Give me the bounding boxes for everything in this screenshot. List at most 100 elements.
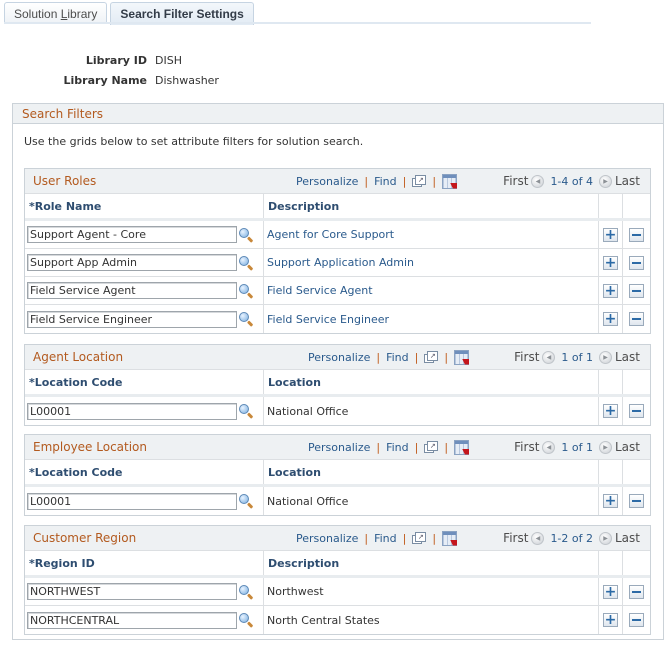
next-row-icon[interactable]: ▶ bbox=[599, 174, 612, 188]
find-link[interactable]: Find bbox=[386, 351, 409, 364]
grid-agent-location: Agent Location Personalize | Find | ↗ | … bbox=[24, 344, 651, 426]
instructions-text: Use the grids below to set attribute fil… bbox=[24, 135, 364, 148]
search-filters-groupbox: Search Filters Use the grids below to se… bbox=[12, 103, 664, 640]
delete-row-icon[interactable] bbox=[629, 255, 644, 270]
previous-row-icon[interactable]: ◀ bbox=[531, 531, 545, 545]
first-link[interactable]: First bbox=[503, 174, 528, 188]
code-input[interactable] bbox=[27, 402, 237, 420]
download-to-excel-icon[interactable] bbox=[442, 530, 458, 546]
add-row-icon[interactable]: + bbox=[603, 227, 618, 242]
next-row-icon[interactable]: ▶ bbox=[599, 531, 612, 545]
previous-row-icon[interactable]: ◀ bbox=[531, 174, 545, 188]
delete-row-icon[interactable] bbox=[629, 404, 644, 418]
last-link[interactable]: Last bbox=[615, 531, 640, 545]
code-cell bbox=[25, 578, 264, 605]
next-row-icon[interactable]: ▶ bbox=[599, 440, 612, 454]
library-name-label: Library Name bbox=[63, 73, 147, 87]
add-cell: + bbox=[599, 397, 623, 425]
add-cell: + bbox=[599, 305, 623, 333]
delete-row-icon[interactable] bbox=[629, 494, 644, 508]
column-header-description[interactable]: Location bbox=[264, 370, 599, 394]
code-input[interactable] bbox=[27, 254, 237, 271]
personalize-link[interactable]: Personalize bbox=[308, 351, 370, 364]
description-link[interactable]: Agent for Core Support bbox=[264, 221, 599, 248]
new-window-zoom-icon[interactable]: ↗ bbox=[412, 532, 427, 544]
add-row-icon[interactable]: + bbox=[603, 584, 618, 599]
column-header-description[interactable]: Description bbox=[264, 194, 599, 218]
delete-cell bbox=[623, 249, 650, 276]
description-link[interactable]: Field Service Agent bbox=[264, 277, 599, 304]
magnifier-lookup-icon[interactable] bbox=[238, 311, 254, 327]
delete-row-icon[interactable] bbox=[629, 283, 644, 298]
add-row-icon[interactable]: + bbox=[603, 255, 618, 270]
column-header-description[interactable]: Description bbox=[264, 551, 599, 575]
add-row-icon[interactable]: + bbox=[603, 312, 618, 326]
column-header-code[interactable]: *Location Code bbox=[25, 460, 264, 484]
magnifier-lookup-icon[interactable] bbox=[238, 584, 254, 600]
personalize-link[interactable]: Personalize bbox=[296, 532, 358, 545]
new-window-zoom-icon[interactable]: ↗ bbox=[424, 351, 439, 363]
grid-header-row: *Location Code Location bbox=[25, 370, 650, 397]
magnifier-lookup-icon[interactable] bbox=[238, 227, 254, 243]
first-link[interactable]: First bbox=[503, 531, 528, 545]
grid-toolbar: Personalize | Find | ↗ | bbox=[308, 349, 470, 365]
description-link[interactable]: Support Application Admin bbox=[264, 249, 599, 276]
delete-row-icon[interactable] bbox=[629, 584, 644, 599]
separator: | bbox=[376, 440, 381, 454]
magnifier-lookup-icon[interactable] bbox=[238, 283, 254, 299]
code-input[interactable] bbox=[27, 583, 237, 600]
grid-navigation: First ◀ 1 of 1 ▶ Last bbox=[514, 440, 640, 454]
grid-header-row: *Role Name Description bbox=[25, 194, 650, 221]
magnifier-lookup-icon[interactable] bbox=[238, 493, 254, 509]
previous-row-icon[interactable]: ◀ bbox=[542, 350, 556, 364]
personalize-link[interactable]: Personalize bbox=[296, 175, 358, 188]
last-link[interactable]: Last bbox=[615, 350, 640, 364]
magnifier-lookup-icon[interactable] bbox=[238, 255, 254, 271]
grid-employee-location: Employee Location Personalize | Find | ↗… bbox=[24, 434, 651, 516]
new-window-zoom-icon[interactable]: ↗ bbox=[412, 175, 427, 187]
column-header-add bbox=[599, 370, 623, 394]
add-row-icon[interactable]: + bbox=[603, 494, 618, 508]
code-input[interactable] bbox=[27, 282, 237, 299]
row-count: 1-2 of 2 bbox=[550, 531, 593, 545]
delete-row-icon[interactable] bbox=[629, 312, 644, 326]
find-link[interactable]: Find bbox=[374, 532, 397, 545]
grid-body: Northwest + North Central States + bbox=[25, 578, 650, 634]
download-to-excel-icon[interactable] bbox=[442, 173, 458, 189]
last-link[interactable]: Last bbox=[615, 440, 640, 454]
column-header-code[interactable]: *Role Name bbox=[25, 194, 264, 218]
delete-row-icon[interactable] bbox=[629, 613, 644, 627]
add-row-icon[interactable]: + bbox=[603, 404, 618, 418]
delete-cell bbox=[623, 487, 650, 515]
code-input[interactable] bbox=[27, 492, 237, 510]
tab-label: Search Filter Settings bbox=[120, 7, 244, 21]
row-count: 1 of 1 bbox=[561, 350, 593, 364]
new-window-zoom-icon[interactable]: ↗ bbox=[424, 441, 439, 453]
first-link[interactable]: First bbox=[514, 440, 539, 454]
find-link[interactable]: Find bbox=[386, 441, 409, 454]
next-row-icon[interactable]: ▶ bbox=[599, 350, 612, 364]
tab-solution-library[interactable]: Solution Library bbox=[4, 2, 108, 24]
grid-user-roles: User Roles Personalize | Find | ↗ | Firs… bbox=[24, 168, 651, 334]
first-link[interactable]: First bbox=[514, 350, 539, 364]
add-row-icon[interactable]: + bbox=[603, 613, 618, 627]
column-header-description[interactable]: Location bbox=[264, 460, 599, 484]
column-header-code[interactable]: *Region ID bbox=[25, 551, 264, 575]
delete-row-icon[interactable] bbox=[629, 227, 644, 242]
personalize-link[interactable]: Personalize bbox=[308, 441, 370, 454]
find-link[interactable]: Find bbox=[374, 175, 397, 188]
previous-row-icon[interactable]: ◀ bbox=[542, 440, 556, 454]
add-row-icon[interactable]: + bbox=[603, 283, 618, 298]
download-to-excel-icon[interactable] bbox=[454, 439, 470, 455]
code-input[interactable] bbox=[27, 226, 237, 243]
magnifier-lookup-icon[interactable] bbox=[238, 612, 254, 628]
description-link[interactable]: Field Service Engineer bbox=[264, 305, 599, 333]
add-cell: + bbox=[599, 606, 623, 634]
code-input[interactable] bbox=[27, 611, 237, 629]
magnifier-lookup-icon[interactable] bbox=[238, 403, 254, 419]
delete-cell bbox=[623, 305, 650, 333]
column-header-code[interactable]: *Location Code bbox=[25, 370, 264, 394]
last-link[interactable]: Last bbox=[615, 174, 640, 188]
code-input[interactable] bbox=[27, 310, 237, 328]
download-to-excel-icon[interactable] bbox=[454, 349, 470, 365]
